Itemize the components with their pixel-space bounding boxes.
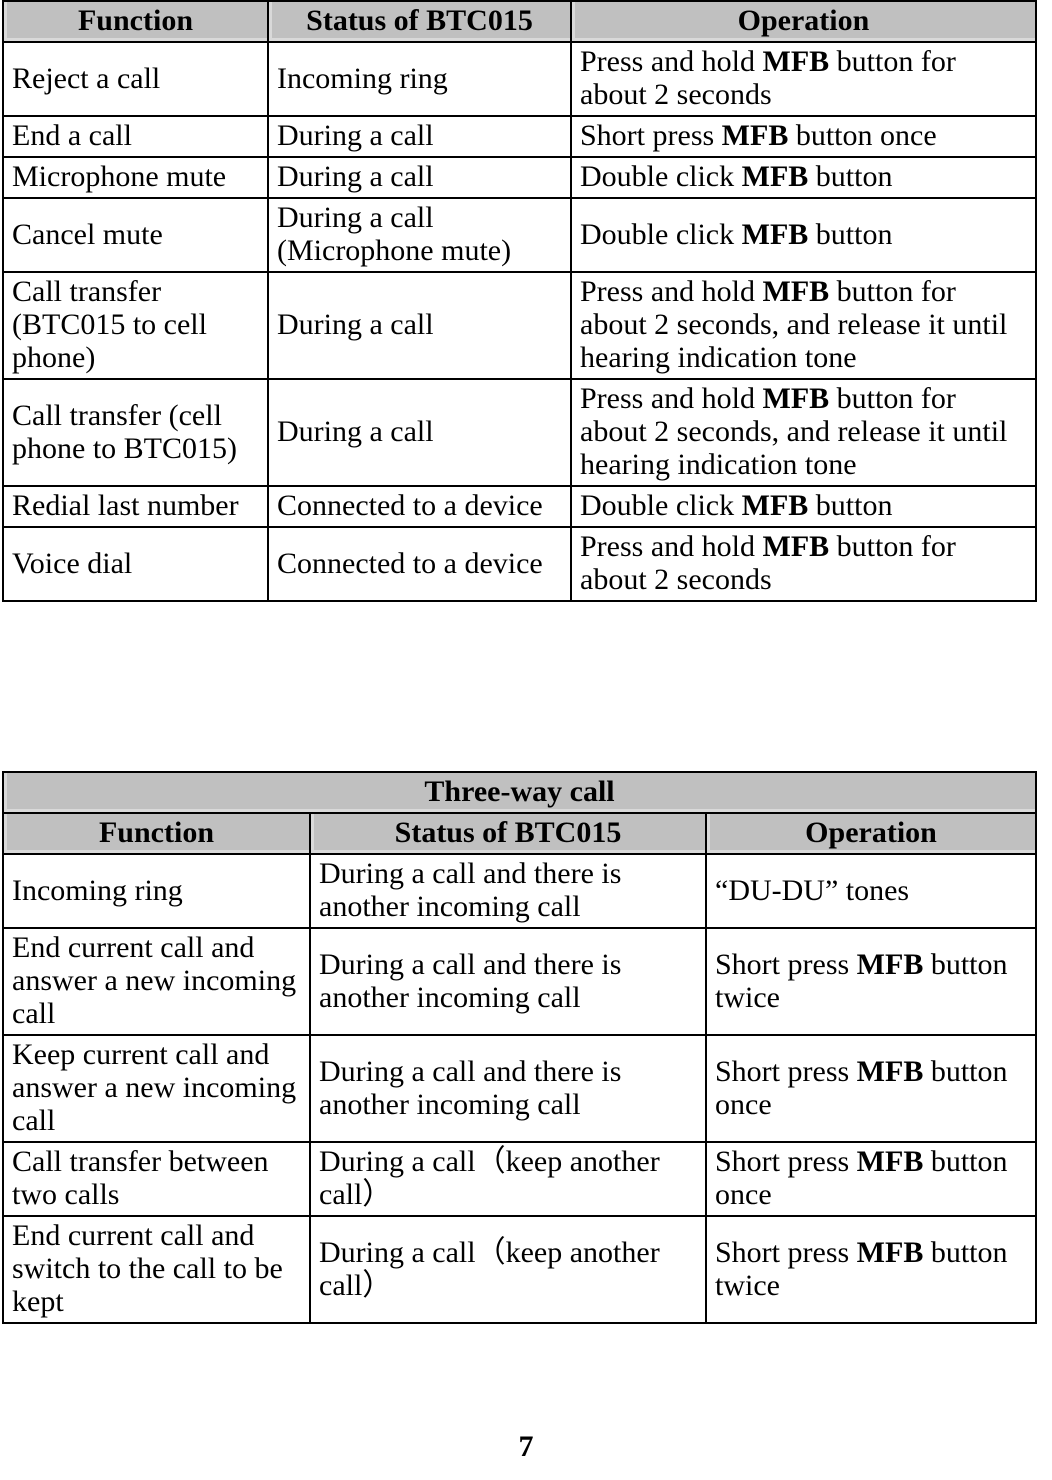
- table-row: Microphone mute During a call Double cli…: [2, 156, 1037, 199]
- cell-function: Cancel mute: [2, 197, 269, 273]
- operation-text-pre: Double click: [580, 489, 742, 522]
- cell-operation: Press and hold MFB button for about 2 se…: [570, 271, 1037, 380]
- operation-text-pre: Press and hold: [580, 382, 763, 415]
- column-header-function: Function: [2, 812, 311, 855]
- cell-operation: Press and hold MFB button for about 2 se…: [570, 41, 1037, 117]
- operation-text-pre: Press and hold: [580, 530, 763, 563]
- cell-function: Call transfer (BTC015 to cell phone): [2, 271, 269, 380]
- cell-operation: Double click MFB button: [570, 197, 1037, 273]
- table-row: Cancel mute During a call (Microphone mu…: [2, 197, 1037, 273]
- operation-text-post: button once: [788, 119, 937, 152]
- table-header-row: Function Status of BTC015 Operation: [2, 0, 1037, 43]
- cell-status: During a call (Microphone mute): [267, 197, 572, 273]
- table-row: Redial last number Connected to a device…: [2, 485, 1037, 528]
- cell-operation: Short press MFB button once: [704, 1034, 1038, 1143]
- cell-function: Reject a call: [2, 41, 269, 117]
- table-header: Function Status of BTC015 Operation: [2, 0, 1037, 43]
- table-title: Three-way call: [1, 771, 1038, 814]
- cell-operation: Short press MFB button once: [570, 115, 1037, 158]
- three-way-call-table: Three-way call Function Status of BTC015…: [1, 771, 1038, 1324]
- operation-text-bold: MFB: [721, 119, 789, 152]
- cell-function: Redial last number: [2, 485, 269, 528]
- cell-function: Incoming ring: [2, 853, 311, 929]
- column-header-operation: Operation: [570, 0, 1037, 43]
- operation-text-pre: Short press: [715, 1145, 857, 1178]
- operation-text-post: button: [808, 489, 893, 522]
- cell-operation: Press and hold MFB button for about 2 se…: [570, 526, 1037, 602]
- table-row: Voice dial Connected to a device Press a…: [2, 526, 1037, 602]
- operation-text-bold: MFB: [762, 45, 830, 78]
- operation-text-pre: “DU-DU” tones: [715, 873, 910, 907]
- cell-operation: Short press MFB button twice: [704, 927, 1038, 1036]
- cell-status: During a call（keep another call）: [309, 1141, 707, 1217]
- table-row: Call transfer (cell phone to BTC015) Dur…: [2, 378, 1037, 487]
- cell-status: During a call: [267, 271, 572, 380]
- table-row: End current call and answer a new incomi…: [2, 927, 1038, 1036]
- operation-text-pre: Press and hold: [580, 45, 763, 78]
- operation-text-pre: Short press: [715, 947, 857, 981]
- operation-text-pre: Short press: [715, 1235, 857, 1269]
- operation-text-pre: Press and hold: [580, 275, 763, 308]
- table-title-row: Three-way call: [1, 771, 1038, 814]
- cell-function: End current call and switch to the call …: [2, 1215, 311, 1324]
- column-header-function: Function: [2, 0, 269, 43]
- table-row: End a call During a call Short press MFB…: [2, 115, 1037, 158]
- cell-status: During a call: [267, 156, 572, 199]
- operation-text-bold: MFB: [741, 217, 809, 251]
- operation-text-bold: MFB: [762, 530, 830, 563]
- operation-text-bold: MFB: [856, 1145, 924, 1178]
- operation-text-post: button: [808, 160, 893, 193]
- cell-function: Call transfer between two calls: [2, 1141, 311, 1217]
- cell-operation: Short press MFB button once: [704, 1141, 1038, 1217]
- operation-text-bold: MFB: [762, 382, 830, 415]
- table-header-row: Function Status of BTC015 Operation: [2, 812, 1038, 855]
- operation-text-bold: MFB: [762, 275, 830, 308]
- operation-text-pre: Short press: [580, 119, 722, 152]
- cell-operation: Short press MFB button twice: [704, 1215, 1038, 1324]
- cell-status: Connected to a device: [267, 485, 572, 528]
- operation-text-bold: MFB: [856, 1235, 924, 1269]
- table-row: Keep current call and answer a new incom…: [2, 1034, 1038, 1143]
- cell-operation: Press and hold MFB button for about 2 se…: [570, 378, 1037, 487]
- column-header-status: Status of BTC015: [309, 812, 707, 855]
- table-row: Call transfer between two calls During a…: [2, 1141, 1038, 1217]
- table-row: Reject a call Incoming ring Press and ho…: [2, 41, 1037, 117]
- table-body: Reject a call Incoming ring Press and ho…: [2, 41, 1037, 602]
- cell-status: Connected to a device: [267, 526, 572, 602]
- cell-function: End a call: [2, 115, 269, 158]
- basic-call-functions-table: Function Status of BTC015 Operation Reje…: [2, 0, 1037, 602]
- operation-text-bold: MFB: [856, 947, 924, 981]
- cell-function: Call transfer (cell phone to BTC015): [2, 378, 269, 487]
- operation-text-bold: MFB: [741, 489, 809, 522]
- column-header-status: Status of BTC015: [267, 0, 572, 43]
- page-number: 7: [518, 1430, 534, 1463]
- cell-status: During a call: [267, 378, 572, 487]
- operation-text-pre: Double click: [580, 160, 742, 193]
- table-body: Incoming ring During a call and there is…: [2, 853, 1038, 1324]
- operation-text-post: button: [808, 217, 893, 251]
- operation-text-pre: Double click: [580, 217, 742, 251]
- table-row: End current call and switch to the call …: [2, 1215, 1038, 1324]
- cell-status: Incoming ring: [267, 41, 572, 117]
- table-header: Three-way call Function Status of BTC015…: [1, 771, 1038, 855]
- cell-function: Keep current call and answer a new incom…: [2, 1034, 311, 1143]
- cell-status: During a call and there is another incom…: [309, 853, 707, 929]
- cell-status: During a call and there is another incom…: [309, 927, 707, 1036]
- operation-text-pre: Short press: [715, 1054, 857, 1088]
- cell-operation: Double click MFB button: [570, 156, 1037, 199]
- cell-operation: “DU-DU” tones: [704, 853, 1038, 929]
- cell-status: During a call: [267, 115, 572, 158]
- cell-operation: Double click MFB button: [570, 485, 1037, 528]
- table-row: Call transfer (BTC015 to cell phone) Dur…: [2, 271, 1037, 380]
- cell-status: During a call（keep another call）: [309, 1215, 707, 1324]
- cell-function: Microphone mute: [2, 156, 269, 199]
- column-header-operation: Operation: [704, 812, 1038, 855]
- operation-text-bold: MFB: [741, 160, 809, 193]
- cell-function: End current call and answer a new incomi…: [2, 927, 311, 1036]
- cell-function: Voice dial: [2, 526, 269, 602]
- table-row: Incoming ring During a call and there is…: [2, 853, 1038, 929]
- operation-text-bold: MFB: [856, 1054, 924, 1088]
- document-page: Function Status of BTC015 Operation Reje…: [0, 0, 1052, 1480]
- cell-status: During a call and there is another incom…: [309, 1034, 707, 1143]
